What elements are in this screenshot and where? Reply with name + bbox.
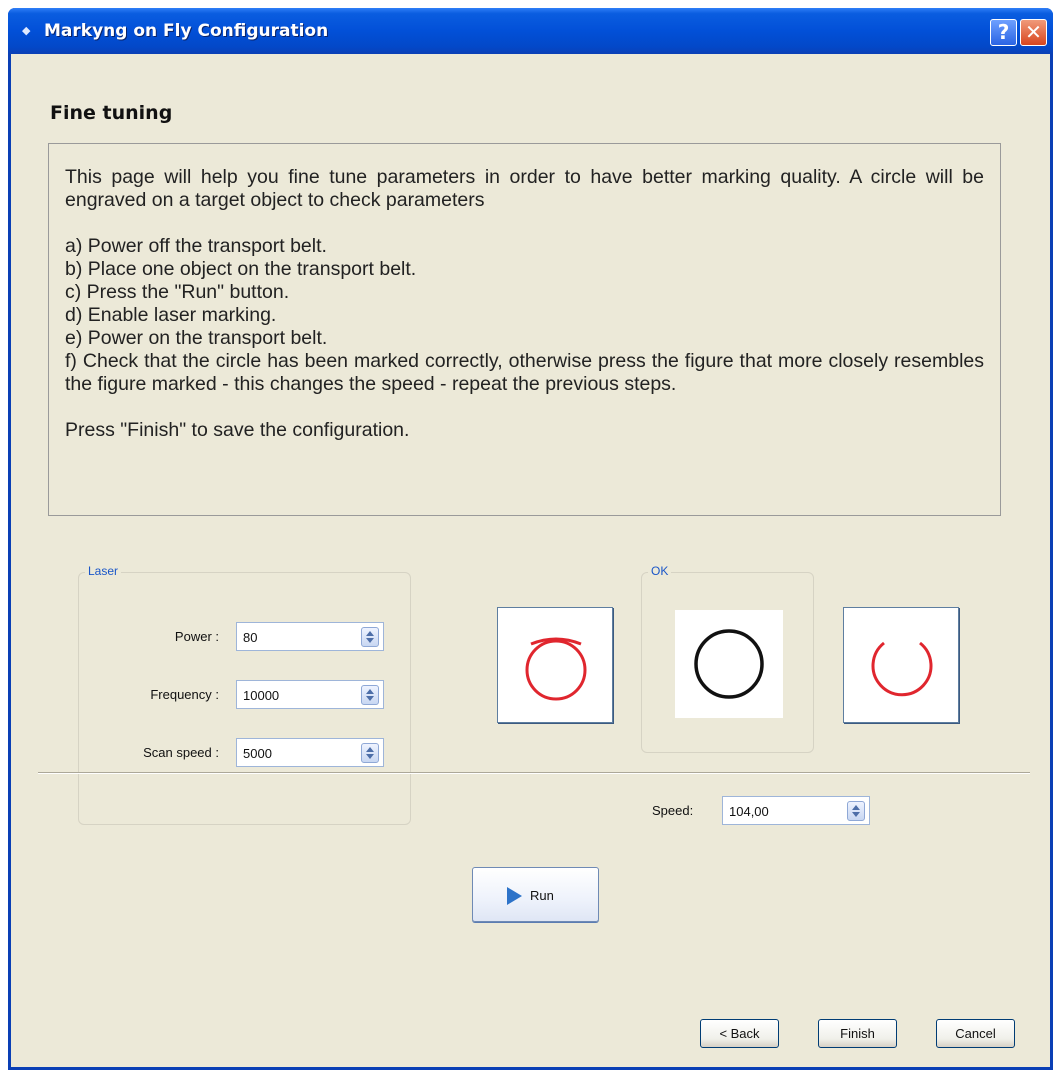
scan-speed-value: 5000 <box>243 746 272 761</box>
frequency-label: Frequency : <box>150 687 219 702</box>
wizard-window: ◆ Markyng on Fly Configuration ? ✕ Fine … <box>8 8 1053 1070</box>
circle-ok-icon <box>694 629 764 699</box>
finish-button[interactable]: Finish <box>818 1019 897 1048</box>
instruction-step: c) Press the "Run" button. <box>65 281 290 303</box>
power-spin-arrows[interactable] <box>361 627 379 647</box>
ok-group-label: OK <box>648 564 672 578</box>
instructions-intro: This page will help you fine tune parame… <box>65 166 984 211</box>
power-value: 80 <box>243 630 258 645</box>
instructions-footer: Press "Finish" to save the configuration… <box>65 419 410 441</box>
title-bar[interactable]: ◆ Markyng on Fly Configuration ? ✕ <box>8 8 1053 54</box>
speed-spin-arrows[interactable] <box>847 801 865 821</box>
instruction-step: a) Power off the transport belt. <box>65 235 327 257</box>
speed-value: 104,00 <box>729 804 769 819</box>
cancel-button[interactable]: Cancel <box>936 1019 1015 1048</box>
speed-spinbox[interactable]: 104,00 <box>722 796 870 825</box>
instruction-step: b) Place one object on the transport bel… <box>65 258 417 280</box>
close-button[interactable]: ✕ <box>1020 19 1047 46</box>
instruction-step: f) Check that the circle has been marked… <box>65 350 984 395</box>
back-button[interactable]: < Back <box>700 1019 779 1048</box>
power-spinbox[interactable]: 80 <box>236 622 384 651</box>
circle-overlap-button[interactable] <box>497 607 613 723</box>
scan-speed-spinbox[interactable]: 5000 <box>236 738 384 767</box>
run-button[interactable]: Run <box>472 867 599 922</box>
frequency-value: 10000 <box>243 688 280 703</box>
instructions-box: This page will help you fine tune parame… <box>48 143 1001 516</box>
page-title: Fine tuning <box>50 102 173 124</box>
laser-group-label: Laser <box>85 564 122 578</box>
speed-label: Speed: <box>652 803 694 818</box>
window-title: Markyng on Fly Configuration <box>44 21 329 41</box>
circle-overlap-icon <box>525 637 587 701</box>
run-button-label: Run <box>530 888 554 903</box>
app-icon: ◆ <box>22 24 31 37</box>
circle-ok-button[interactable] <box>675 610 783 718</box>
play-icon <box>507 887 522 905</box>
footer-separator <box>38 772 1030 774</box>
instruction-step: d) Enable laser marking. <box>65 304 277 326</box>
help-button[interactable]: ? <box>990 19 1017 46</box>
frequency-spin-arrows[interactable] <box>361 685 379 705</box>
frequency-spinbox[interactable]: 10000 <box>236 680 384 709</box>
instruction-step: e) Power on the transport belt. <box>65 327 328 349</box>
circle-gap-icon <box>871 641 933 697</box>
scan-speed-label: Scan speed : <box>143 745 219 760</box>
scan-speed-spin-arrows[interactable] <box>361 743 379 763</box>
power-label: Power : <box>174 629 219 644</box>
circle-gap-button[interactable] <box>843 607 959 723</box>
